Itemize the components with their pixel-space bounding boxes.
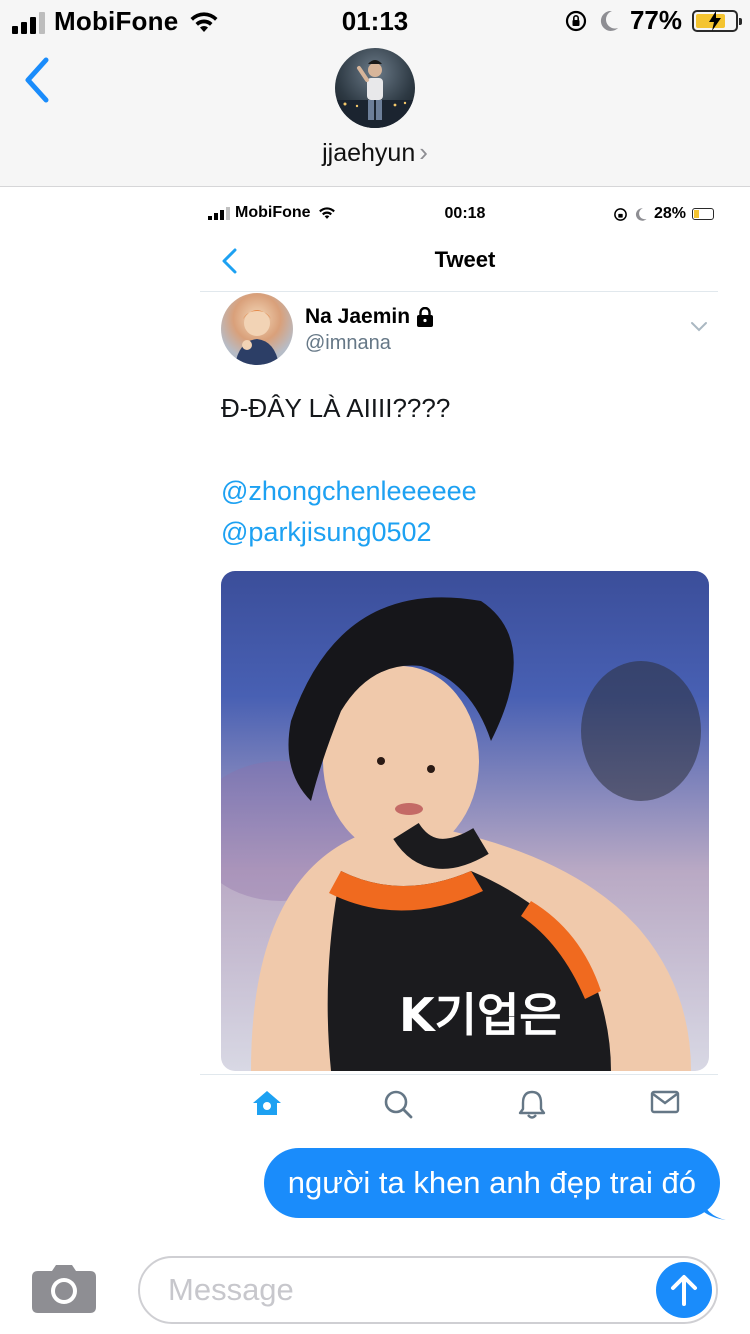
bubble-tail	[700, 1196, 726, 1220]
send-button[interactable]	[656, 1262, 712, 1318]
shared-screenshot-image[interactable]: MobiFone 00:18 28% Tweet Na Jaemin @imna…	[200, 195, 720, 1127]
tweet-mention: @parkjisung0502	[221, 517, 432, 547]
tweet-text: Đ-ĐÂY LÀ AIIII????	[221, 393, 451, 423]
tweet-mention: @zhongchenleeeeee	[221, 476, 477, 506]
search-icon	[384, 1090, 413, 1119]
battery-charging-icon	[692, 208, 714, 220]
messages-icon	[650, 1090, 680, 1114]
battery-percent: 77%	[629, 5, 682, 35]
orientation-lock-icon	[614, 207, 627, 221]
message-placeholder: Message	[168, 1272, 294, 1307]
contact-name[interactable]: jjaehyun ›	[0, 137, 750, 168]
moon-icon	[635, 207, 647, 221]
back-chevron-icon[interactable]	[22, 56, 52, 104]
chevron-right-icon: ›	[419, 137, 428, 167]
message-text: người ta khen anh đẹp trai đó	[287, 1165, 696, 1200]
author-avatar	[221, 293, 293, 365]
contact-avatar[interactable]	[335, 48, 415, 128]
divider	[200, 1074, 718, 1075]
tweet-photo: K기업은	[221, 571, 709, 1071]
status-bar: MobiFone 01:13 77%	[0, 0, 750, 40]
message-input[interactable]: Message	[138, 1256, 718, 1324]
divider	[200, 291, 718, 292]
notifications-icon	[518, 1090, 546, 1119]
home-icon	[253, 1091, 281, 1115]
screenshot-battery-percent: 28%	[653, 205, 686, 222]
outgoing-message-bubble[interactable]: người ta khen anh đẹp trai đó	[263, 1148, 720, 1218]
chevron-down-icon	[691, 322, 707, 332]
camera-icon[interactable]	[32, 1265, 96, 1313]
tweet-nav-title: Tweet	[434, 247, 496, 272]
lock-icon	[417, 307, 434, 327]
conversation-header: MobiFone 01:13 77% jjaehyun ›	[0, 0, 750, 187]
author-name: Na Jaemin	[305, 305, 434, 329]
arrow-up-icon	[671, 1275, 697, 1306]
moon-icon	[600, 10, 618, 31]
tweet-tab-bar	[200, 1077, 720, 1127]
screenshot-status-bar: MobiFone 00:18 28%	[200, 195, 720, 233]
svg-text:K기업은: K기업은	[399, 988, 562, 1042]
orientation-lock-icon	[565, 10, 587, 31]
author-handle: @imnana	[305, 332, 391, 354]
battery-charging-icon	[692, 9, 742, 32]
